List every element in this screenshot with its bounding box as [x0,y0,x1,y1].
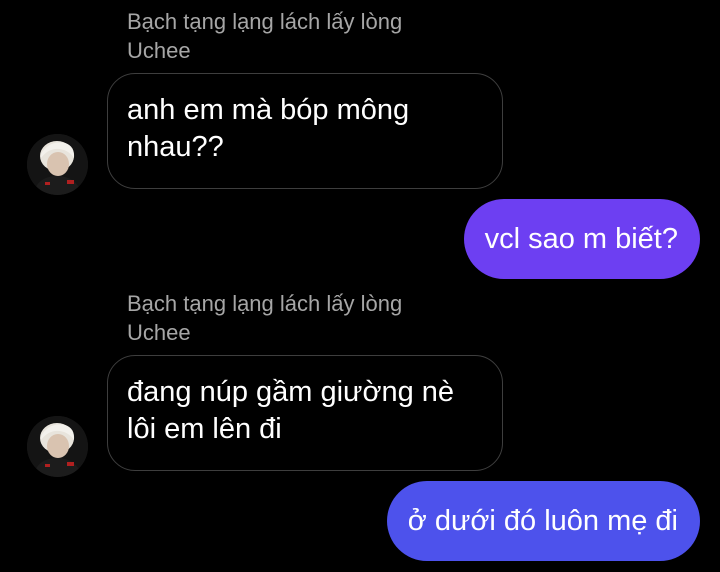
outgoing-message-bubble[interactable]: ở dưới đó luôn mẹ đi [386,481,700,561]
sender-name-line2: Uchee [127,320,191,345]
sender-name-line2: Uchee [127,38,191,63]
sender-avatar[interactable] [27,134,88,195]
message-text-line1: đang núp gầm giường nè [127,376,455,408]
message-text-line2: lôi em lên đi [127,413,282,445]
sender-name: Bạch tạng lạng lách lấy lòng Uchee [127,7,402,65]
outgoing-message-bubble[interactable]: vcl sao m biết? [463,199,700,279]
incoming-message-bubble[interactable]: anh em mà bóp mông nhau?? [107,73,503,189]
sender-avatar[interactable] [27,416,88,477]
sender-name-line1: Bạch tạng lạng lách lấy lòng [127,291,403,316]
message-text: vcl sao m biết? [484,222,678,255]
sender-name: Bạch tạng lạng lách lấy lòng Uchee [127,289,402,347]
sender-name-line1: Bạch tạng lạng lách lấy lòng [127,9,403,34]
message-text-line2: nhau?? [127,131,224,163]
avatar-photo-icon [27,416,88,477]
avatar-photo-icon [27,134,88,195]
incoming-message-bubble[interactable]: đang núp gầm giường nè lôi em lên đi [107,355,503,471]
message-text: ở dưới đó luôn mẹ đi [407,504,678,537]
message-text-line1: anh em mà bóp mông [127,94,410,126]
